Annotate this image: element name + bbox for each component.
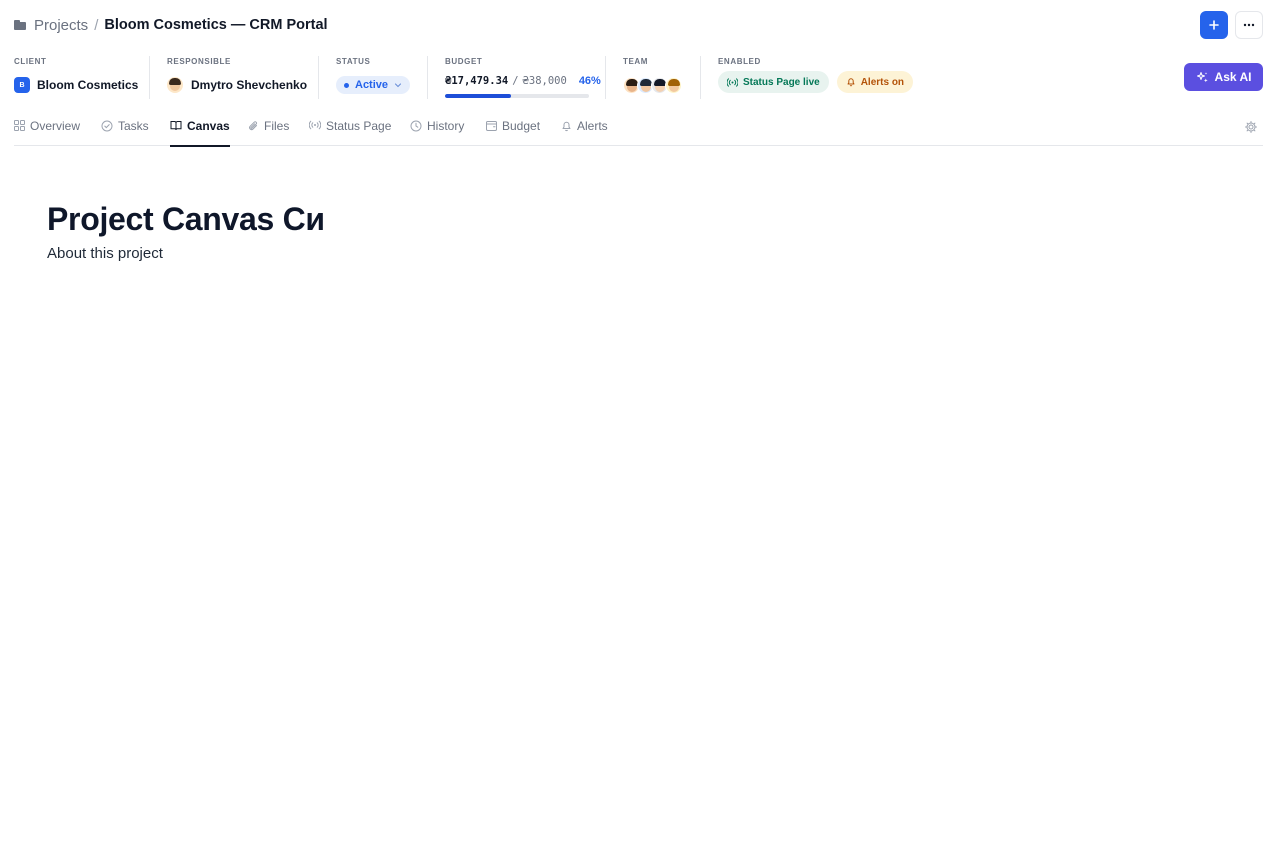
tab-overview[interactable]: Overview xyxy=(14,113,80,146)
tab-settings-button[interactable] xyxy=(1244,120,1258,134)
status-value: Active xyxy=(355,79,389,91)
gear-icon xyxy=(1245,121,1257,133)
status-dot-icon xyxy=(344,82,349,88)
tab-label: Alerts xyxy=(577,119,608,133)
breadcrumb-projects-link[interactable]: Projects xyxy=(34,17,88,34)
alerts-on-badge[interactable]: Alerts on xyxy=(836,71,914,93)
status-dropdown[interactable]: Active xyxy=(336,76,411,94)
tab-canvas[interactable]: Canvas xyxy=(170,113,230,147)
tab-label: Status Page xyxy=(326,119,392,133)
more-options-button[interactable] xyxy=(1235,11,1263,39)
divider xyxy=(318,56,319,99)
canvas-subtitle[interactable]: About this project xyxy=(47,245,163,262)
ask-ai-label: Ask AI xyxy=(1214,70,1252,84)
bell-icon xyxy=(847,78,855,87)
budget-total: ₴38,000 xyxy=(522,75,567,87)
plus-icon xyxy=(1209,20,1219,30)
canvas-title[interactable]: Project Canvas Си xyxy=(47,201,325,238)
client-value[interactable]: B Bloom Cosmetics xyxy=(14,75,138,95)
folder-icon xyxy=(14,20,26,30)
tab-files[interactable]: Files xyxy=(248,113,289,146)
bell-icon xyxy=(562,121,571,132)
responsible-name: Dmytro Shevchenko xyxy=(191,78,308,92)
breadcrumb-current-project: Bloom Cosmetics — CRM Portal xyxy=(104,17,328,33)
alerts-on-label: Alerts on xyxy=(860,76,905,88)
tab-label: Canvas xyxy=(187,119,230,133)
budget-progress-fill xyxy=(445,94,512,98)
divider xyxy=(149,56,150,99)
meta-enabled-label: ENABLED xyxy=(718,57,761,66)
check-circle-icon xyxy=(101,120,113,132)
team-avatars[interactable] xyxy=(623,75,682,95)
client-badge: B xyxy=(14,77,30,93)
tab-label: Files xyxy=(264,119,290,133)
broadcast-icon xyxy=(727,77,738,87)
meta-team-label: TEAM xyxy=(623,57,649,66)
tab-budget[interactable]: Budget xyxy=(486,113,540,146)
tab-tasks[interactable]: Tasks xyxy=(101,113,149,146)
meta-client-label: CLIENT xyxy=(14,57,47,66)
budget-percent: 46% xyxy=(578,75,601,87)
avatar xyxy=(167,77,183,93)
tab-status-page[interactable]: Status Page xyxy=(309,113,391,146)
tab-label: Budget xyxy=(502,119,541,133)
wallet-icon xyxy=(486,121,497,131)
divider xyxy=(605,56,606,99)
ask-ai-button[interactable]: Ask AI xyxy=(1184,63,1263,91)
chevron-down-icon xyxy=(394,83,402,88)
meta-client: CLIENT B Bloom Cosmetics xyxy=(14,56,138,100)
divider xyxy=(427,56,428,99)
tab-label: History xyxy=(427,119,465,133)
budget-value[interactable]: ₴17,479.34 / ₴38,000 46% xyxy=(445,75,601,95)
meta-responsible: RESPONSIBLE Dmytro Shevchenko xyxy=(167,56,307,100)
book-icon xyxy=(170,121,182,131)
status-page-live-label: Status Page live xyxy=(743,76,820,88)
tab-label: Overview xyxy=(30,119,81,133)
status-page-live-badge[interactable]: Status Page live xyxy=(718,71,829,93)
add-button[interactable] xyxy=(1200,11,1228,39)
budget-separator: / xyxy=(512,75,519,87)
more-horizontal-icon xyxy=(1243,23,1255,27)
meta-enabled: ENABLED Status Page live Alerts on xyxy=(718,56,914,100)
team-member-avatar xyxy=(665,76,682,94)
broadcast-icon xyxy=(309,120,321,130)
budget-progress-bar xyxy=(445,94,589,98)
breadcrumb-separator: / xyxy=(94,16,99,34)
responsible-value[interactable]: Dmytro Shevchenko xyxy=(167,75,307,95)
paperclip-icon xyxy=(249,121,257,131)
meta-status: STATUS Active xyxy=(336,56,411,100)
client-name: Bloom Cosmetics xyxy=(37,78,139,92)
tab-label: Tasks xyxy=(118,119,149,133)
meta-budget-label: BUDGET xyxy=(445,57,483,66)
top-bar: Projects / Bloom Cosmetics — CRM Portal xyxy=(0,0,1280,50)
project-tabs: Overview Tasks Canvas Files Status Page xyxy=(14,113,1263,147)
grid-icon xyxy=(14,120,25,131)
tab-alerts[interactable]: Alerts xyxy=(561,113,608,146)
project-meta-row: CLIENT B Bloom Cosmetics RESPONSIBLE Dmy… xyxy=(0,56,1280,100)
meta-status-label: STATUS xyxy=(336,57,371,66)
tab-history[interactable]: History xyxy=(410,113,464,146)
divider xyxy=(700,56,701,99)
sparkles-icon xyxy=(1196,71,1208,82)
budget-spent: ₴17,479.34 xyxy=(445,75,509,87)
breadcrumb: Projects / Bloom Cosmetics — CRM Portal xyxy=(14,15,328,35)
meta-team: TEAM xyxy=(623,56,682,100)
meta-responsible-label: RESPONSIBLE xyxy=(167,57,231,66)
meta-budget: BUDGET ₴17,479.34 / ₴38,000 46% xyxy=(445,56,601,100)
clock-icon xyxy=(410,120,422,132)
